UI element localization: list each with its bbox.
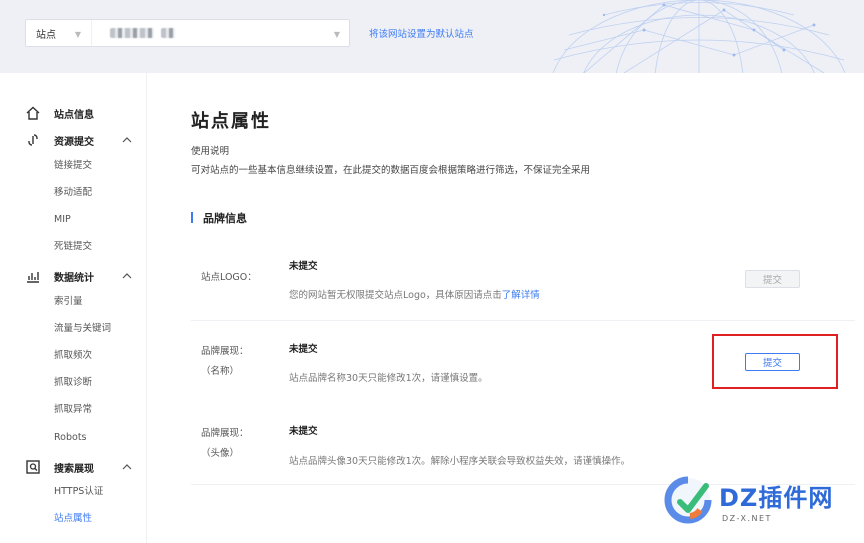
sidebar-group-label: 搜索展现 <box>54 463 94 475</box>
site-selector[interactable]: 站点 ▼ ▼ <box>25 19 350 47</box>
watermark-text: DZ插件网 <box>719 484 834 512</box>
sidebar-item-crawl-freq[interactable]: 抓取频次 <box>54 348 92 364</box>
usage-title: 使用说明 <box>191 146 230 157</box>
section-accent-bar <box>191 212 193 223</box>
section-title: 品牌信息 <box>203 212 247 225</box>
divider <box>191 320 855 321</box>
sidebar-item-index[interactable]: 索引量 <box>54 294 83 310</box>
sidebar-item-traffic[interactable]: 流量与关键词 <box>54 321 111 337</box>
page-title: 站点属性 <box>191 111 271 132</box>
row-label-line: （头像） <box>201 448 240 459</box>
sidebar-item-site-attributes[interactable]: 站点属性 <box>54 511 92 527</box>
blurred-domain <box>110 28 154 38</box>
row-status: 未提交 <box>289 426 318 437</box>
watermark: DZ插件网 DZ-X.NET <box>664 470 860 534</box>
row-label-line: 品牌展现： <box>201 428 249 439</box>
row-note: 站点品牌名称30天只能修改1次，请谨慎设置。 <box>289 373 488 384</box>
sidebar-group-data-stats[interactable]: 数据统计 <box>0 266 147 286</box>
sidebar-item-dead-link[interactable]: 死链提交 <box>54 239 92 255</box>
blurred-domain-tail <box>161 28 175 38</box>
link-icon <box>28 134 38 146</box>
sidebar-item-robots[interactable]: Robots <box>54 430 87 446</box>
row-label-logo: 站点LOGO： <box>201 272 257 283</box>
sidebar-item-site-info[interactable]: 站点信息 <box>0 103 147 123</box>
sidebar-item-crawl-error[interactable]: 抓取异常 <box>54 402 92 418</box>
sidebar-item-mip[interactable]: MIP <box>54 212 71 228</box>
sidebar-item-https[interactable]: HTTPS认证 <box>54 484 103 500</box>
sidebar-group-search-display[interactable]: 搜索展现 <box>0 457 147 477</box>
sidebar-item-crawl-diag[interactable]: 抓取诊断 <box>54 375 92 391</box>
row-note: 您的网站暂无权限提交站点Logo，具体原因请点击了解详情 <box>289 287 540 301</box>
row-status: 未提交 <box>289 261 318 272</box>
home-icon <box>26 106 40 120</box>
sidebar-group-label: 资源提交 <box>54 136 94 148</box>
sidebar: 站点信息 资源提交 链接提交 移动适配 MIP 死链提交 数据统计 索引量 流量… <box>0 73 147 543</box>
learn-more-link[interactable]: 了解详情 <box>502 290 540 301</box>
row-label-brand-name: 品牌展现： （名称） <box>201 342 249 382</box>
watermark-subtext: DZ-X.NET <box>722 514 772 523</box>
globe-decoration <box>552 0 846 73</box>
row-note: 站点品牌头像30天只能修改1次。解除小程序关联会导致权益失效，请谨慎操作。 <box>289 456 631 467</box>
submit-logo-button[interactable]: 提交 <box>745 270 800 288</box>
chevron-down-icon: ▼ <box>74 30 81 39</box>
chevron-up-icon <box>122 464 132 470</box>
chevron-down-icon: ▼ <box>333 30 340 39</box>
search-display-icon <box>26 460 40 474</box>
set-default-site-link[interactable]: 将该网站设置为默认站点 <box>369 26 474 40</box>
row-note-text: 您的网站暂无权限提交站点Logo，具体原因请点击 <box>289 290 502 301</box>
site-type-label: 站点 <box>36 29 56 41</box>
chart-icon <box>27 272 39 283</box>
chevron-up-icon <box>122 273 132 279</box>
row-label-brand-avatar: 品牌展现： （头像） <box>201 424 249 464</box>
site-type-dropdown[interactable]: 站点 ▼ <box>26 20 92 46</box>
site-domain-dropdown[interactable]: ▼ <box>92 20 349 46</box>
row-status: 未提交 <box>289 344 318 355</box>
sidebar-group-label: 数据统计 <box>54 272 94 284</box>
row-label-line: 品牌展现： <box>201 346 249 357</box>
usage-description: 可对站点的一些基本信息继续设置，在此提交的数据百度会根据策略进行筛选，不保证完全… <box>191 165 591 176</box>
chevron-up-icon <box>122 137 132 143</box>
submit-brand-name-button[interactable]: 提交 <box>745 353 800 371</box>
sidebar-item-link-submit[interactable]: 链接提交 <box>54 158 92 174</box>
sidebar-group-resource-submit[interactable]: 资源提交 <box>0 130 147 150</box>
dz-logo-icon <box>664 476 712 524</box>
sidebar-item-mobile-adapt[interactable]: 移动适配 <box>54 185 92 201</box>
sidebar-item-label: 站点信息 <box>54 109 94 121</box>
top-header: 站点 ▼ ▼ 将该网站设置为默认站点 <box>0 0 864 73</box>
row-label-line: （名称） <box>201 366 240 377</box>
